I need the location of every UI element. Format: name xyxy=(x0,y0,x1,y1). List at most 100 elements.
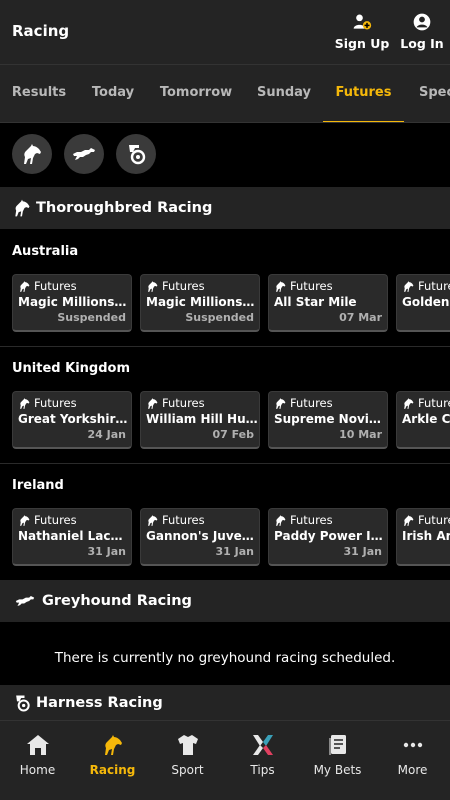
race-status: 31 Jan xyxy=(87,545,126,558)
card-type: Futures xyxy=(162,513,205,527)
race-status: 24 Jan xyxy=(87,428,126,441)
race-name: Nathaniel Lacy Novice xyxy=(18,529,130,543)
country-heading-united-kingdom: United Kingdom xyxy=(12,361,131,376)
nav-label: More xyxy=(397,763,428,777)
no-racing-message: There is currently no greyhound racing s… xyxy=(54,650,396,666)
race-name: Golden Slipper xyxy=(402,295,450,309)
login-label: Log In xyxy=(400,36,444,51)
race-card[interactable]: Futures Golden Slipper xyxy=(396,274,450,332)
horse-icon xyxy=(18,280,31,293)
nav-home[interactable]: Home xyxy=(0,733,75,777)
tab-results[interactable]: Results xyxy=(0,65,78,122)
nav-label: Home xyxy=(19,763,56,777)
race-card[interactable]: Futures All Star Mile 07 Mar xyxy=(268,274,388,332)
bets-icon xyxy=(328,735,346,755)
more-icon xyxy=(403,742,422,748)
login-button[interactable]: Log In xyxy=(398,12,446,51)
race-name: Magic Millions 3YO Classic xyxy=(18,295,130,309)
section-title: Greyhound Racing xyxy=(42,593,192,609)
race-status: 31 Jan xyxy=(343,545,382,558)
nav-label: Racing xyxy=(89,763,136,777)
horse-icon xyxy=(274,397,287,410)
tab-sunday[interactable]: Sunday xyxy=(244,65,324,122)
card-type: Futures xyxy=(162,279,205,293)
race-card[interactable]: Futures Gannon's Juvenile Hurdle 31 Jan xyxy=(140,508,260,566)
race-name: Magic Millions 2YO Classic xyxy=(146,295,258,309)
race-card[interactable]: Futures Paddy Power Irish Gold Cup 31 Ja… xyxy=(268,508,388,566)
tips-icon xyxy=(252,735,273,755)
race-status: Suspended xyxy=(57,311,126,324)
race-card[interactable]: Futures Nathaniel Lacy Novice 31 Jan xyxy=(12,508,132,566)
race-status: Suspended xyxy=(185,311,254,324)
horse-icon xyxy=(146,514,159,527)
greyhound-section-header[interactable]: Greyhound Racing xyxy=(0,580,450,622)
harness-section-header[interactable]: Harness Racing xyxy=(0,685,450,721)
section-title: Thoroughbred Racing xyxy=(36,200,213,216)
card-type: Futures xyxy=(290,279,333,293)
user-icon xyxy=(413,13,431,31)
card-type: Futures xyxy=(34,513,77,527)
race-status: 07 Feb xyxy=(212,428,254,441)
add-user-icon xyxy=(353,14,372,30)
tab-specials[interactable]: Specials xyxy=(404,65,450,122)
race-card[interactable]: Futures Magic Millions 2YO Classic Suspe… xyxy=(140,274,260,332)
filter-greyhound[interactable] xyxy=(64,134,104,174)
filter-harness[interactable] xyxy=(116,134,156,174)
horse-icon xyxy=(402,397,415,410)
race-name: All Star Mile xyxy=(274,295,357,309)
divider xyxy=(0,463,450,464)
race-status: 07 Mar xyxy=(339,311,382,324)
horse-icon xyxy=(12,198,32,218)
horse-icon xyxy=(146,397,159,410)
card-type: Futures xyxy=(34,396,77,410)
nav-racing[interactable]: Racing xyxy=(75,733,150,777)
race-card[interactable]: Futures William Hill Hurdle 07 Feb xyxy=(140,391,260,449)
race-name: Gannon's Juvenile Hurdle xyxy=(146,529,258,543)
greyhound-icon xyxy=(72,142,96,166)
nav-more[interactable]: More xyxy=(375,733,450,777)
signup-label: Sign Up xyxy=(334,36,390,51)
thoroughbred-section-header[interactable]: Thoroughbred Racing xyxy=(0,187,450,229)
divider xyxy=(0,346,450,347)
card-type: Futures xyxy=(162,396,205,410)
race-status: 31 Jan xyxy=(215,545,254,558)
nav-sport[interactable]: Sport xyxy=(150,733,225,777)
horse-icon xyxy=(274,514,287,527)
nav-label: Tips xyxy=(250,763,275,777)
horse-icon xyxy=(101,733,125,757)
race-card[interactable]: Futures Arkle Chase xyxy=(396,391,450,449)
race-type-filters xyxy=(12,134,156,174)
card-type: Futures xyxy=(290,396,333,410)
race-card-row: Futures Great Yorkshire Chase 24 Jan Fut… xyxy=(12,391,450,451)
race-card[interactable]: Futures Irish Arkle xyxy=(396,508,450,566)
race-card[interactable]: Futures Magic Millions 3YO Classic Suspe… xyxy=(12,274,132,332)
race-name: Great Yorkshire Chase xyxy=(18,412,130,426)
tab-futures[interactable]: Futures xyxy=(323,65,404,122)
bottom-navigation: Home Racing Sport Tips My Bets More xyxy=(0,720,450,800)
race-status: 10 Mar xyxy=(339,428,382,441)
filter-thoroughbred[interactable] xyxy=(12,134,52,174)
tab-today[interactable]: Today xyxy=(78,65,148,122)
card-type: Futures xyxy=(290,513,333,527)
race-card-row: Futures Magic Millions 3YO Classic Suspe… xyxy=(12,274,450,334)
app-header: Racing Sign Up Log In xyxy=(0,0,450,64)
nav-tips[interactable]: Tips xyxy=(225,733,300,777)
horse-icon xyxy=(274,280,287,293)
race-name: Arkle Chase xyxy=(402,412,450,426)
race-name: William Hill Hurdle xyxy=(146,412,258,426)
horse-icon xyxy=(18,397,31,410)
tab-tomorrow[interactable]: Tomorrow xyxy=(148,65,244,122)
race-name: Supreme Novices Hurdle xyxy=(274,412,386,426)
page-title: Racing xyxy=(12,22,70,40)
race-card-row: Futures Nathaniel Lacy Novice 31 Jan Fut… xyxy=(12,508,450,568)
race-card[interactable]: Futures Supreme Novices Hurdle 10 Mar xyxy=(268,391,388,449)
nav-my-bets[interactable]: My Bets xyxy=(300,733,375,777)
home-icon xyxy=(26,735,49,755)
greyhound-icon xyxy=(12,591,38,611)
signup-button[interactable]: Sign Up xyxy=(334,12,390,51)
race-card[interactable]: Futures Great Yorkshire Chase 24 Jan xyxy=(12,391,132,449)
card-type: Futures xyxy=(418,279,450,293)
horse-icon xyxy=(146,280,159,293)
card-type: Futures xyxy=(418,513,450,527)
section-title: Harness Racing xyxy=(36,695,163,711)
